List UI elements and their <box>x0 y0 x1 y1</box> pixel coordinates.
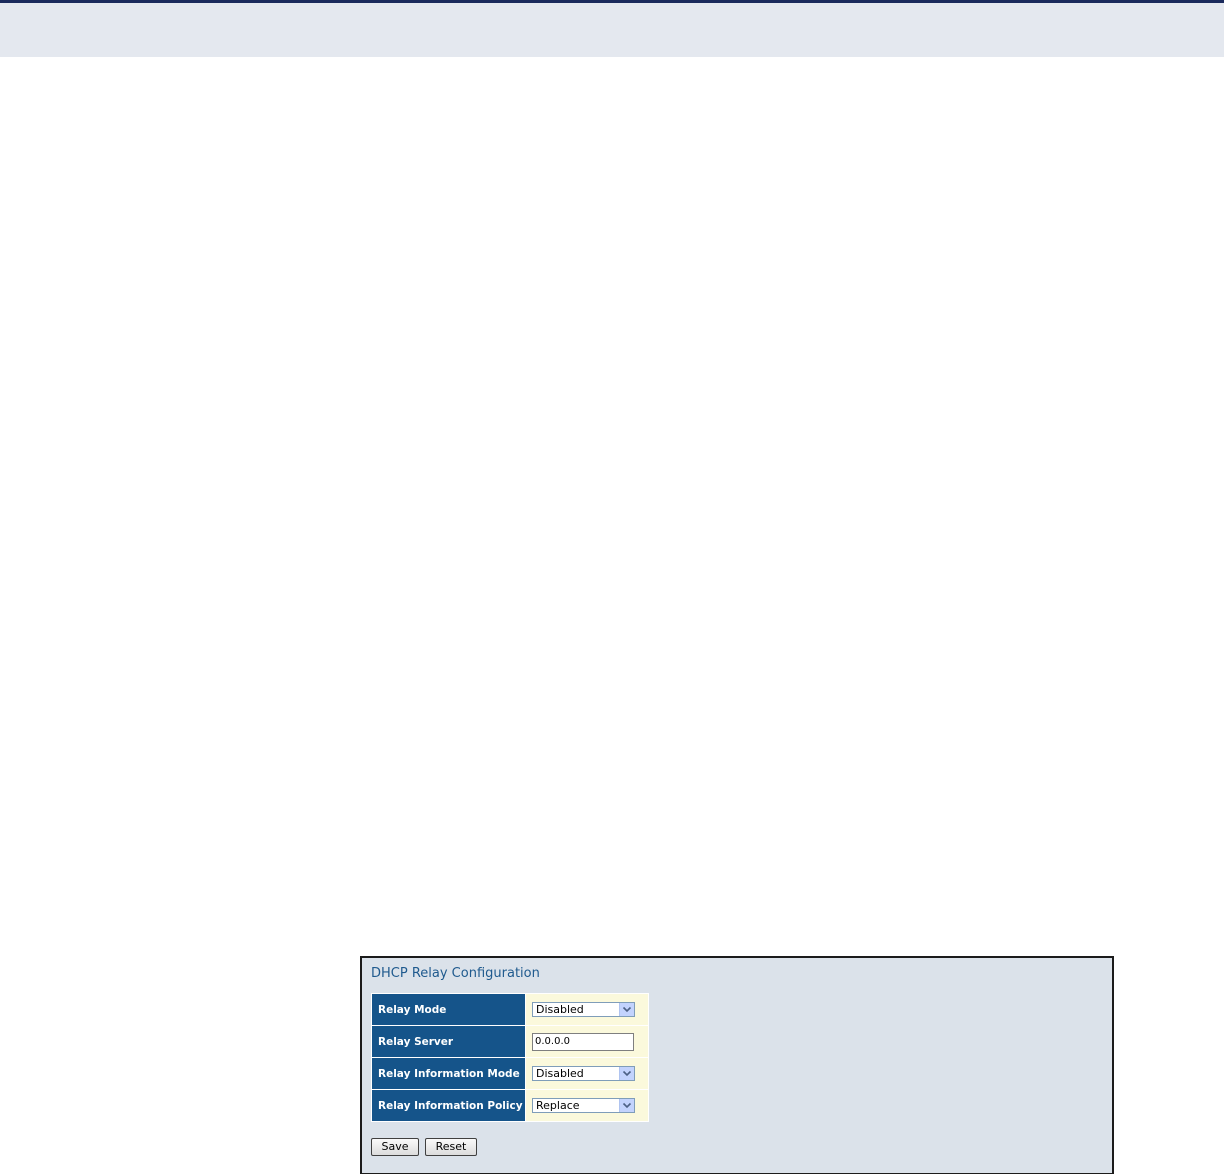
table-row: Relay Information Policy Replace <box>372 1090 648 1121</box>
reset-button[interactable]: Reset <box>425 1138 477 1156</box>
relay-server-input[interactable] <box>532 1032 634 1051</box>
chevron-down-icon[interactable] <box>619 1099 634 1112</box>
relay-information-policy-label: Relay Information Policy <box>372 1090 525 1121</box>
relay-information-mode-cell: Disabled <box>526 1058 648 1089</box>
panel-title: DHCP Relay Configuration <box>371 966 540 981</box>
chevron-down-icon[interactable] <box>619 1003 634 1016</box>
save-button[interactable]: Save <box>371 1138 419 1156</box>
relay-server-cell <box>526 1026 648 1057</box>
table-row: Relay Information Mode Disabled <box>372 1058 648 1089</box>
relay-information-mode-value: Disabled <box>536 1067 584 1080</box>
relay-mode-cell: Disabled <box>526 994 648 1025</box>
config-table: Relay Mode Disabled Relay Server Relay I… <box>371 993 649 1122</box>
table-row: Relay Mode Disabled <box>372 994 648 1025</box>
header-band <box>0 3 1224 57</box>
relay-information-policy-cell: Replace <box>526 1090 648 1121</box>
relay-information-mode-label: Relay Information Mode <box>372 1058 525 1089</box>
chevron-down-icon[interactable] <box>619 1067 634 1080</box>
relay-mode-label: Relay Mode <box>372 994 525 1025</box>
relay-information-policy-value: Replace <box>536 1099 580 1112</box>
relay-information-mode-select[interactable]: Disabled <box>532 1066 635 1081</box>
table-row: Relay Server <box>372 1026 648 1057</box>
relay-server-label: Relay Server <box>372 1026 525 1057</box>
relay-information-policy-select[interactable]: Replace <box>532 1098 635 1113</box>
relay-mode-select[interactable]: Disabled <box>532 1002 635 1017</box>
dhcp-relay-config-panel: DHCP Relay Configuration Relay Mode Disa… <box>360 956 1114 1174</box>
relay-mode-value: Disabled <box>536 1003 584 1016</box>
